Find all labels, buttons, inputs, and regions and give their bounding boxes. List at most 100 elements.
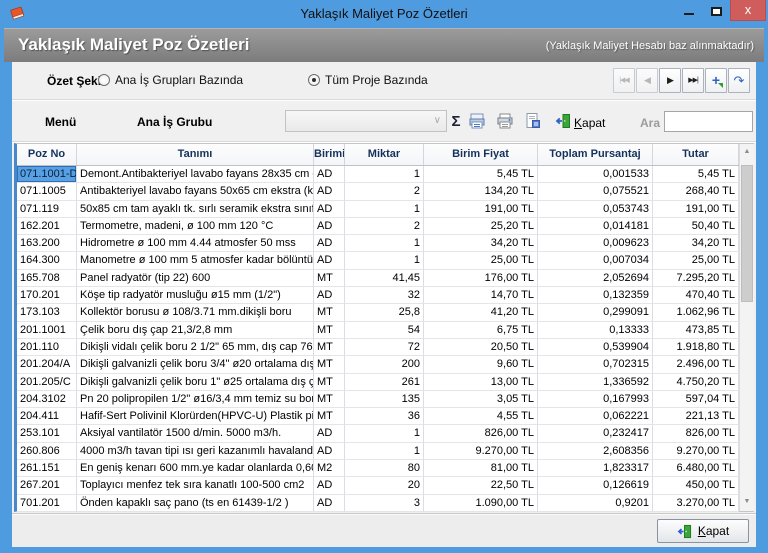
grid-cell[interactable]: 0,9201 xyxy=(538,495,653,512)
radio-whole-project[interactable]: Tüm Proje Bazında xyxy=(308,73,428,87)
grid-cell[interactable]: Kollektör borusu ø 108/3.71 mm.dikişli b… xyxy=(77,304,314,321)
table-row[interactable]: 267.201Toplayıcı menfez tek sıra kanatlı… xyxy=(17,477,754,494)
grid-cell[interactable]: 20,50 TL xyxy=(424,339,538,356)
main-work-group-select[interactable]: ∨ xyxy=(285,110,447,132)
print-button[interactable] xyxy=(496,112,514,130)
column-header[interactable]: Birim Fiyat xyxy=(424,144,538,165)
grid-cell[interactable]: MT xyxy=(314,374,345,391)
last-record-button[interactable]: ▶▶| xyxy=(682,68,704,93)
table-row[interactable]: 201.110Dikişli vidalı çelik boru 2 1/2" … xyxy=(17,339,754,356)
grid-cell[interactable]: 1.918,80 TL xyxy=(653,339,739,356)
grid-cell[interactable]: 597,04 TL xyxy=(653,391,739,408)
grid-cell[interactable]: 25,8 xyxy=(345,304,424,321)
grid-cell[interactable]: 260.806 xyxy=(17,443,77,460)
grid-cell[interactable]: 221,13 TL xyxy=(653,408,739,425)
grid-cell[interactable]: 071.1005 xyxy=(17,183,77,200)
grid-cell[interactable]: 50x85 cm tam ayaklı tk. sırlı seramik ek… xyxy=(77,201,314,218)
grid-cell[interactable]: 20 xyxy=(345,477,424,494)
column-header[interactable]: Miktar xyxy=(345,144,424,165)
grid-cell[interactable]: 450,00 TL xyxy=(653,477,739,494)
table-row[interactable]: 071.11950x85 cm tam ayaklı tk. sırlı ser… xyxy=(17,201,754,218)
grid-cell[interactable]: AD xyxy=(314,443,345,460)
grid-cell[interactable]: 204.411 xyxy=(17,408,77,425)
grid-cell[interactable]: Önden kapaklı saç pano (ts en 61439-1/2 … xyxy=(77,495,314,512)
table-row[interactable]: 253.101Aksiyal vantilatör 1500 d/min. 50… xyxy=(17,425,754,442)
grid-cell[interactable]: AD xyxy=(314,477,345,494)
table-row[interactable]: 163.200Hidrometre ø 100 mm 4.44 atmosfer… xyxy=(17,235,754,252)
grid-cell[interactable]: Aksiyal vantilatör 1500 d/min. 5000 m3/h… xyxy=(77,425,314,442)
first-record-button[interactable]: |◀◀ xyxy=(613,68,635,93)
radio-selected-icon[interactable] xyxy=(308,74,320,86)
grid-cell[interactable]: MT xyxy=(314,270,345,287)
table-row[interactable]: 201.204/ADikişli galvanizli çelik boru 3… xyxy=(17,356,754,373)
grid-cell[interactable]: AD xyxy=(314,425,345,442)
grid-cell[interactable]: 135 xyxy=(345,391,424,408)
grid-cell[interactable]: 2,052694 xyxy=(538,270,653,287)
report-preview-button[interactable] xyxy=(524,112,542,130)
grid-cell[interactable]: 1 xyxy=(345,443,424,460)
grid-cell[interactable]: Hidrometre ø 100 mm 4.44 atmosfer 50 mss xyxy=(77,235,314,252)
grid-cell[interactable]: 0,126619 xyxy=(538,477,653,494)
close-button[interactable]: x xyxy=(730,0,766,21)
grid-cell[interactable]: 25,00 TL xyxy=(653,252,739,269)
table-row[interactable]: 164.300Manometre ø 100 mm 5 atmosfer kad… xyxy=(17,252,754,269)
table-row[interactable]: 260.8064000 m3/h tavan tipi ısı geri kaz… xyxy=(17,443,754,460)
grid-cell[interactable]: 253.101 xyxy=(17,425,77,442)
column-header[interactable]: Tutar xyxy=(653,144,739,165)
grid-cell[interactable]: 267.201 xyxy=(17,477,77,494)
grid-cell[interactable]: 1 xyxy=(345,252,424,269)
grid-cell[interactable]: 5,45 TL xyxy=(424,166,538,183)
table-row[interactable]: 204.3102Pn 20 polipropilen 1/2" ø16/3,4 … xyxy=(17,391,754,408)
grid-cell[interactable]: 4000 m3/h tavan tipi ısı geri kazanımlı … xyxy=(77,443,314,460)
grid-cell[interactable]: 826,00 TL xyxy=(653,425,739,442)
grid-cell[interactable]: 13,00 TL xyxy=(424,374,538,391)
table-row[interactable]: 170.201Köşe tip radyatör musluğu ø15 mm … xyxy=(17,287,754,304)
column-header[interactable]: Poz No xyxy=(17,144,77,165)
grid-cell[interactable]: 0,702315 xyxy=(538,356,653,373)
grid-cell[interactable]: 9,60 TL xyxy=(424,356,538,373)
minimize-button[interactable] xyxy=(676,0,702,21)
menu-button[interactable]: Menü xyxy=(45,115,76,129)
grid-cell[interactable]: 4,55 TL xyxy=(424,408,538,425)
grid-cell[interactable]: Manometre ø 100 mm 5 atmosfer kadar bölü… xyxy=(77,252,314,269)
table-row[interactable]: 201.205/CDikişli galvanizli çelik boru 1… xyxy=(17,374,754,391)
grid-cell[interactable]: 50,40 TL xyxy=(653,218,739,235)
grid-cell[interactable]: 1 xyxy=(345,235,424,252)
grid-cell[interactable]: Panel radyatör (tip 22) 600 xyxy=(77,270,314,287)
close-door-icon[interactable] xyxy=(555,113,571,129)
grid-cell[interactable]: 0,007034 xyxy=(538,252,653,269)
grid-cell[interactable]: 34,20 TL xyxy=(653,235,739,252)
radio-main-groups[interactable]: Ana İş Grupları Bazında xyxy=(98,73,243,87)
grid-cell[interactable]: AD xyxy=(314,252,345,269)
grid-cell[interactable]: 5,45 TL xyxy=(653,166,739,183)
sum-button[interactable]: Σ xyxy=(448,113,464,131)
grid-cell[interactable]: 473,85 TL xyxy=(653,322,739,339)
grid-cell[interactable]: 9.270,00 TL xyxy=(424,443,538,460)
grid-cell[interactable]: 3,05 TL xyxy=(424,391,538,408)
grid-cell[interactable]: 72 xyxy=(345,339,424,356)
grid-cell[interactable]: 1.090,00 TL xyxy=(424,495,538,512)
table-row[interactable]: 165.708Panel radyatör (tip 22) 600MT41,4… xyxy=(17,270,754,287)
close-dialog-button[interactable]: Kapat xyxy=(657,519,749,543)
grid-cell[interactable]: 1 xyxy=(345,166,424,183)
grid-cell[interactable]: 201.204/A xyxy=(17,356,77,373)
grid-cell[interactable]: 162.201 xyxy=(17,218,77,235)
previous-record-button[interactable]: ◀ xyxy=(636,68,658,93)
grid-cell[interactable]: Köşe tip radyatör musluğu ø15 mm (1/2") xyxy=(77,287,314,304)
grid-cell[interactable]: 81,00 TL xyxy=(424,460,538,477)
grid-cell[interactable]: 470,40 TL xyxy=(653,287,739,304)
column-header[interactable]: Tanımı xyxy=(77,144,314,165)
grid-cell[interactable]: 0,075521 xyxy=(538,183,653,200)
grid-cell[interactable]: 41,20 TL xyxy=(424,304,538,321)
grid-cell[interactable]: 191,00 TL xyxy=(424,201,538,218)
grid-cell[interactable]: MT xyxy=(314,391,345,408)
grid-cell[interactable]: 0,13333 xyxy=(538,322,653,339)
grid-cell[interactable]: 0,167993 xyxy=(538,391,653,408)
grid-cell[interactable]: 826,00 TL xyxy=(424,425,538,442)
grid-cell[interactable]: 164.300 xyxy=(17,252,77,269)
search-input[interactable] xyxy=(664,111,753,132)
table-row[interactable]: 162.201Termometre, madeni, ø 100 mm 120 … xyxy=(17,218,754,235)
grid-cell[interactable]: 41,45 xyxy=(345,270,424,287)
grid-cell[interactable]: 7.295,20 TL xyxy=(653,270,739,287)
grid-cell[interactable]: 3 xyxy=(345,495,424,512)
